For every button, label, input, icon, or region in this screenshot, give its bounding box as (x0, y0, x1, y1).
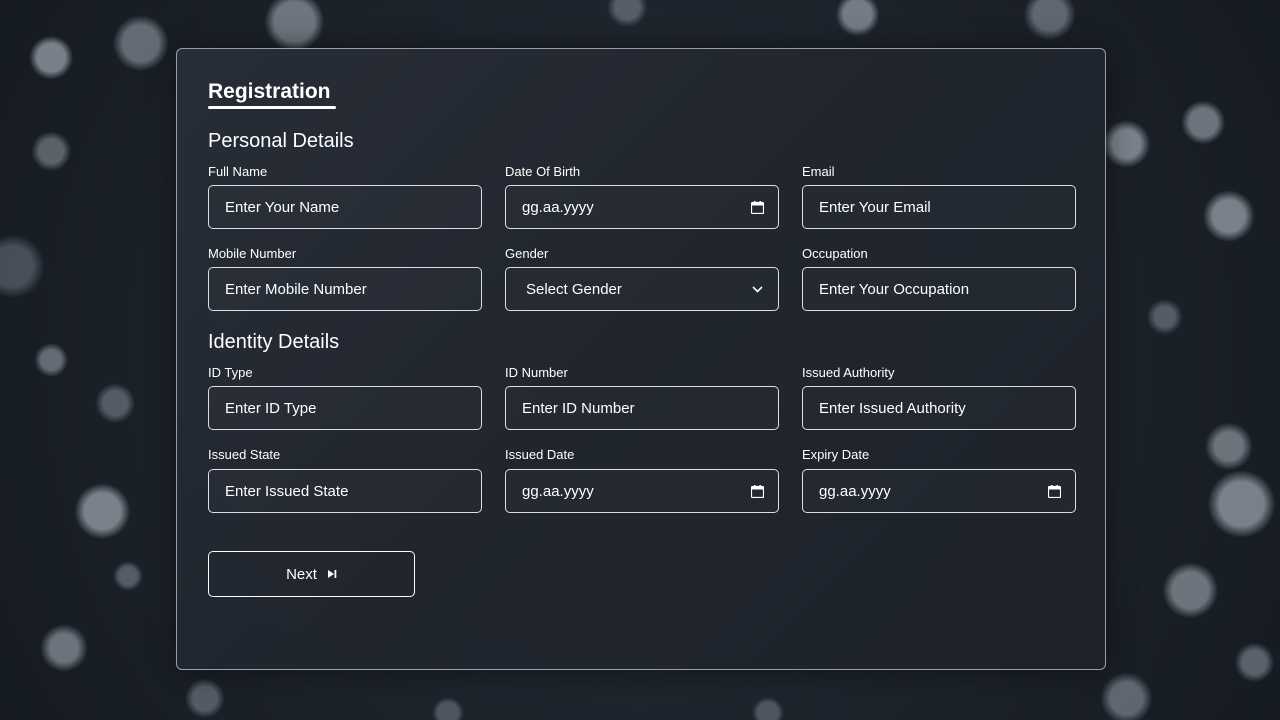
section-title-personal: Personal Details (208, 130, 354, 152)
label-id-type: ID Type (208, 365, 253, 380)
calendar-icon[interactable] (750, 200, 764, 214)
expiry-date-input[interactable]: gg.aa.yyyy (802, 469, 1076, 513)
label-issued-date: Issued Date (505, 447, 575, 462)
full-name-input[interactable]: Enter Your Name (208, 185, 482, 229)
label-gender: Gender (505, 246, 549, 261)
email-input[interactable]: Enter Your Email (802, 185, 1076, 229)
id-type-input[interactable]: Enter ID Type (208, 386, 482, 430)
issued-authority-placeholder: Enter Issued Authority (819, 399, 966, 417)
calendar-icon[interactable] (750, 484, 764, 498)
id-number-input[interactable]: Enter ID Number (505, 386, 779, 430)
id-number-placeholder: Enter ID Number (522, 399, 635, 417)
issued-date-placeholder: gg.aa.yyyy (522, 482, 594, 500)
expiry-date-placeholder: gg.aa.yyyy (819, 482, 891, 500)
issued-authority-input[interactable]: Enter Issued Authority (802, 386, 1076, 430)
registration-card: Registration Personal Details Full Name … (176, 48, 1106, 670)
label-date-of-birth: Date Of Birth (505, 164, 581, 179)
label-expiry-date: Expiry Date (802, 447, 870, 462)
title-underline (208, 106, 336, 109)
section-title-identity: Identity Details (208, 331, 340, 353)
label-occupation: Occupation (802, 246, 868, 261)
chevron-down-icon (750, 282, 764, 296)
skip-forward-icon (327, 566, 337, 583)
label-id-number: ID Number (505, 365, 568, 380)
occupation-input[interactable]: Enter Your Occupation (802, 267, 1076, 311)
label-mobile-number: Mobile Number (208, 246, 297, 261)
issued-state-placeholder: Enter Issued State (225, 482, 349, 500)
email-placeholder: Enter Your Email (819, 198, 931, 216)
next-button[interactable]: Next (208, 551, 415, 597)
gender-select[interactable]: Select Gender (505, 267, 779, 311)
calendar-icon[interactable] (1047, 484, 1061, 498)
gender-selected: Select Gender (526, 280, 622, 298)
occupation-placeholder: Enter Your Occupation (819, 280, 970, 298)
full-name-placeholder: Enter Your Name (225, 198, 340, 216)
label-full-name: Full Name (208, 164, 268, 179)
issued-date-input[interactable]: gg.aa.yyyy (505, 469, 779, 513)
id-type-placeholder: Enter ID Type (225, 399, 317, 417)
label-email: Email (802, 164, 835, 179)
label-issued-state: Issued State (208, 447, 281, 462)
date-of-birth-input[interactable]: gg.aa.yyyy (505, 185, 779, 229)
mobile-number-input[interactable]: Enter Mobile Number (208, 267, 482, 311)
issued-state-input[interactable]: Enter Issued State (208, 469, 482, 513)
form-title: Registration (208, 80, 331, 103)
date-of-birth-placeholder: gg.aa.yyyy (522, 198, 594, 216)
mobile-number-placeholder: Enter Mobile Number (225, 280, 367, 298)
label-issued-authority: Issued Authority (802, 365, 895, 380)
next-button-label: Next (286, 565, 317, 583)
